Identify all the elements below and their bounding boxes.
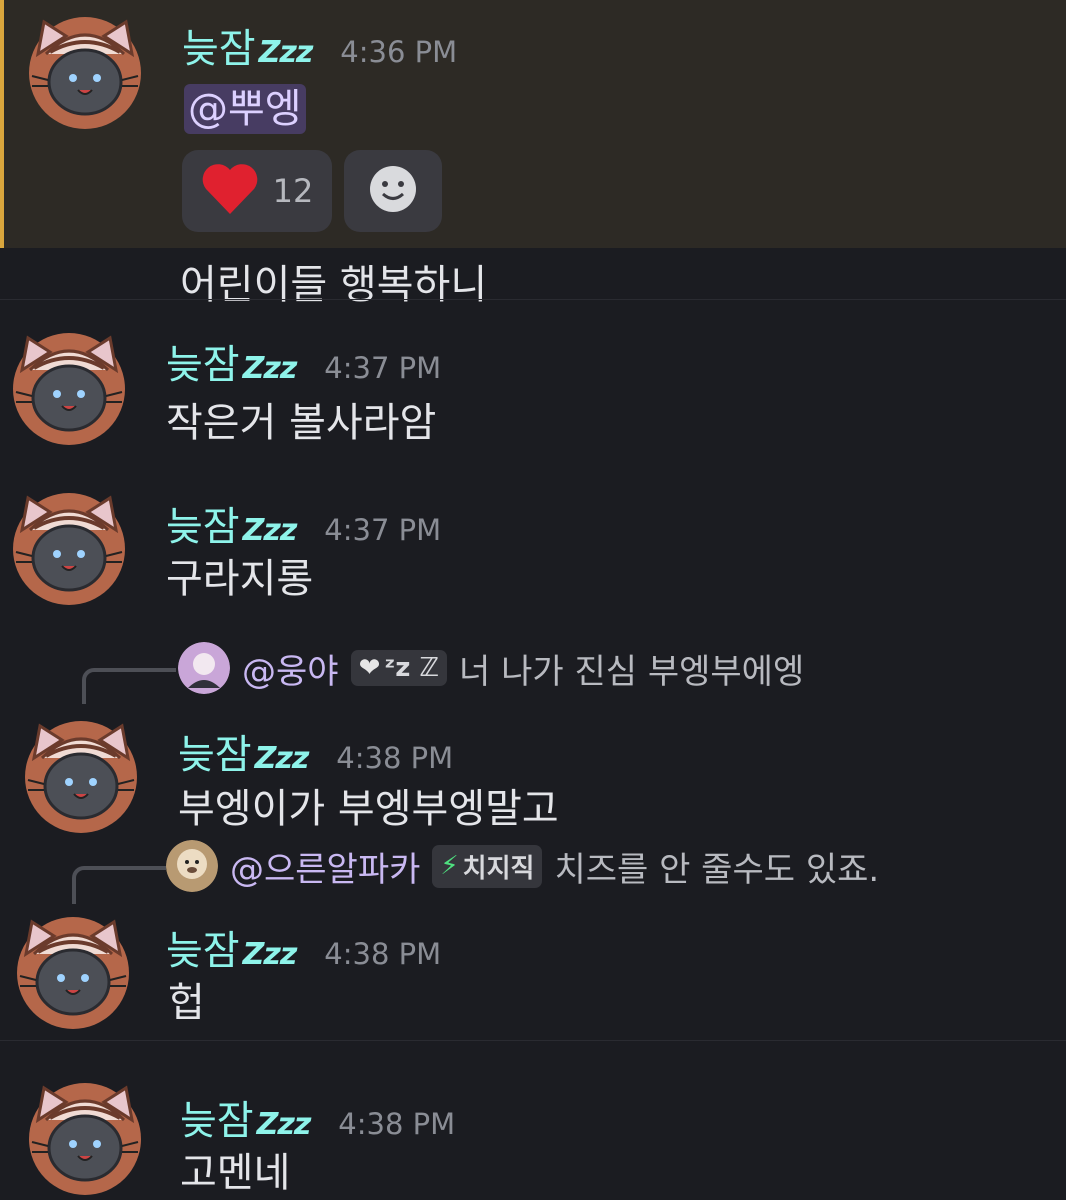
- username-zzz: Zzz: [242, 937, 298, 972]
- reply-avatar[interactable]: [166, 840, 218, 892]
- add-reaction-button[interactable]: [344, 150, 442, 232]
- divider: [0, 299, 1066, 300]
- badge-text: ᶻz ℤ: [384, 653, 440, 683]
- reply-connector: [72, 866, 166, 904]
- avatar[interactable]: [10, 490, 128, 608]
- timestamp: 4:37 PM: [324, 351, 442, 385]
- reply-username[interactable]: @으른알파카: [230, 842, 420, 891]
- username[interactable]: 늦잠: [166, 494, 240, 552]
- username-zzz: Zzz: [254, 741, 310, 776]
- user-badge: ❤ ᶻz ℤ: [350, 650, 448, 686]
- timestamp: 4:37 PM: [324, 513, 442, 547]
- timestamp: 4:38 PM: [324, 937, 442, 971]
- message-text: 부엥이가 부엥부엥말고: [178, 786, 559, 832]
- reply-text: 치즈를 안 줄수도 있죠.: [554, 849, 880, 890]
- user-badge: ⚡ 치지직: [432, 844, 543, 888]
- message-text: 헙: [168, 980, 205, 1026]
- reply-username[interactable]: @웅야: [242, 644, 339, 693]
- add-reaction-icon: [368, 164, 418, 218]
- username[interactable]: 늦잠: [178, 722, 252, 780]
- heart-emoji-icon: [201, 162, 259, 220]
- message-header: 늦잠 Zzz 4:36 PM: [182, 16, 457, 74]
- reply-preview[interactable]: @웅야 ❤ ᶻz ℤ 너 나가 진심 부엥부에엥: [178, 642, 804, 694]
- message-continuation[interactable]: 어린이들 행복하니: [0, 248, 1066, 308]
- reply-text: 너 나가 진심 부엥부에엥: [459, 651, 805, 692]
- reaction-heart[interactable]: 12: [182, 150, 332, 232]
- message-header: 늦잠 Zzz 4:37 PM: [166, 494, 441, 552]
- username-zzz: Zzz: [242, 513, 298, 548]
- message-text: 구라지롱: [166, 556, 314, 602]
- avatar[interactable]: [10, 330, 128, 448]
- lightning-icon: ⚡: [440, 851, 459, 881]
- reply-avatar[interactable]: [178, 642, 230, 694]
- reply-preview[interactable]: @으른알파카 ⚡ 치지직 치즈를 안 줄수도 있죠.: [166, 840, 879, 892]
- message-header: 늦잠 Zzz 4:38 PM: [166, 918, 441, 976]
- username[interactable]: 늦잠: [180, 1088, 254, 1146]
- avatar[interactable]: [26, 1080, 144, 1198]
- timestamp: 4:38 PM: [336, 741, 454, 775]
- username-zzz: Zzz: [256, 1107, 312, 1142]
- message-text: 어린이들 행복하니: [180, 262, 488, 308]
- username[interactable]: 늦잠: [166, 332, 240, 390]
- username[interactable]: 늦잠: [166, 918, 240, 976]
- badge-text: 치지직: [462, 853, 535, 884]
- message-highlighted[interactable]: 늦잠 Zzz 4:36 PM @뿌엥 12: [0, 0, 1066, 248]
- timestamp: 4:36 PM: [340, 35, 458, 69]
- message-text: 고멘네: [180, 1150, 291, 1196]
- avatar[interactable]: [14, 914, 132, 1032]
- avatar[interactable]: [26, 14, 144, 132]
- heart-icon: ❤: [358, 653, 381, 683]
- message-text: @뿌엥: [184, 76, 306, 134]
- avatar[interactable]: [22, 718, 140, 836]
- username-zzz: Zzz: [242, 351, 298, 386]
- message-header: 늦잠 Zzz 4:38 PM: [178, 722, 453, 780]
- username[interactable]: 늦잠: [182, 16, 256, 74]
- user-mention[interactable]: @뿌엥: [184, 84, 306, 134]
- timestamp: 4:38 PM: [338, 1107, 456, 1141]
- reaction-count: 12: [272, 172, 314, 210]
- message-header: 늦잠 Zzz 4:37 PM: [166, 332, 441, 390]
- username-zzz: Zzz: [258, 35, 314, 70]
- message-header: 늦잠 Zzz 4:38 PM: [180, 1088, 455, 1146]
- reply-connector: [82, 668, 176, 704]
- message-group: [0, 1040, 1066, 1200]
- message-text: 작은거 볼사라암: [166, 400, 437, 446]
